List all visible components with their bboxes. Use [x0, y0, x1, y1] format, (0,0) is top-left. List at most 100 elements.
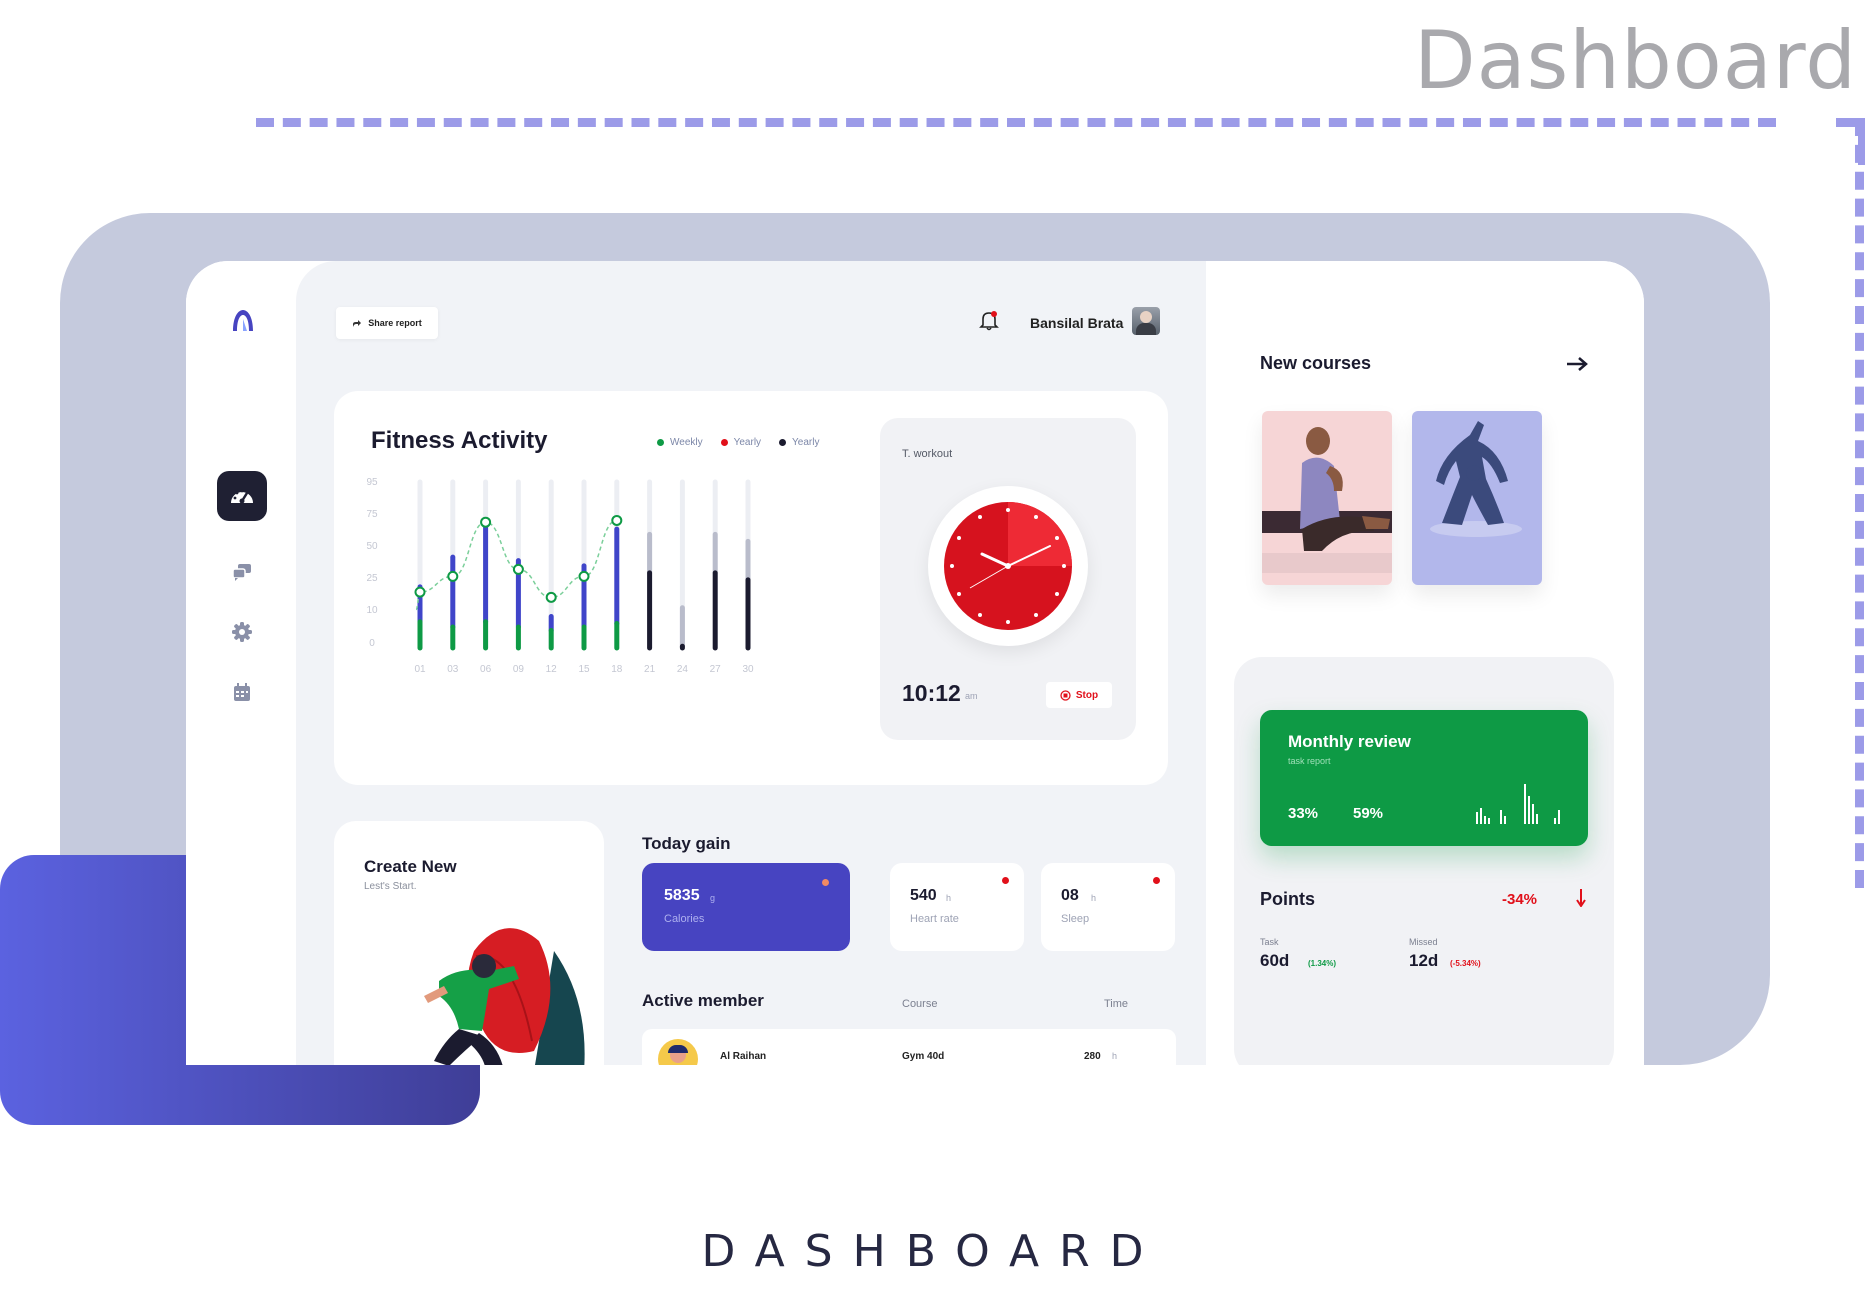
task-value: 60d — [1260, 951, 1290, 970]
course-image-stretch — [1262, 427, 1392, 573]
legend-label: Yearly — [792, 437, 820, 448]
fitness-chart: 95 75 50 25 10 0 01 03 06 09 12 15 18 21 24 27 30 — [366, 477, 754, 675]
trend-marker — [578, 570, 590, 582]
workout-ampm: am — [965, 691, 978, 701]
share-icon — [353, 319, 362, 327]
gear-icon — [232, 622, 252, 642]
status-dot — [1002, 877, 1009, 884]
course-card[interactable] — [1262, 411, 1392, 585]
avatar[interactable] — [1132, 307, 1160, 335]
legend-label: Weekly — [670, 437, 703, 448]
x-tick-label: 12 — [546, 664, 558, 675]
clock-icon — [944, 502, 1072, 630]
task-label: Task — [1260, 937, 1279, 947]
column-course: Course — [902, 998, 938, 1010]
x-tick-label: 24 — [677, 664, 689, 675]
create-new-subtitle: Lest's Start. — [364, 881, 417, 892]
task-change: (1.34%) — [1308, 959, 1337, 968]
app-logo-icon[interactable] — [230, 307, 256, 335]
today-gain-title: Today gain — [642, 834, 731, 853]
workout-time: 10:12 — [902, 680, 961, 706]
heart-rate-card[interactable]: 540 h Heart rate — [890, 863, 1024, 951]
calendar-icon — [234, 683, 250, 701]
trend-marker — [480, 516, 492, 528]
calories-label: Calories — [664, 913, 705, 925]
fitness-title: Fitness Activity — [371, 427, 548, 454]
table-row[interactable]: Al Raihan Gym 40d 280 h — [642, 1029, 1176, 1065]
member-name: Al Raihan — [720, 1051, 767, 1062]
right-panel: New courses Monthly review task report 3… — [1206, 261, 1644, 1065]
x-tick-label: 09 — [513, 664, 525, 675]
sidebar-item-settings[interactable] — [217, 607, 267, 657]
status-dot — [822, 879, 829, 886]
member-time-unit: h — [1112, 1051, 1118, 1061]
trend-marker — [447, 570, 459, 582]
x-tick-label: 01 — [414, 664, 426, 675]
chat-icon — [232, 564, 251, 581]
legend-item[interactable]: Yearly — [779, 437, 819, 448]
stop-button[interactable]: Stop — [1046, 682, 1112, 708]
arrow-right-icon[interactable] — [1566, 357, 1588, 371]
x-tick-label: 03 — [447, 664, 459, 675]
app-window: Share report Bansilal Brata Fitness Acti… — [186, 261, 1644, 1065]
page-heading: Dashboard — [1413, 14, 1857, 107]
sidebar-item-messages[interactable] — [217, 547, 267, 597]
course-card[interactable] — [1412, 411, 1542, 585]
fitness-activity-card: Fitness Activity Weekly Yearly Yearly 95… — [334, 391, 1168, 785]
calories-card[interactable]: 5835 g Calories — [642, 863, 850, 951]
points-title: Points — [1260, 889, 1316, 909]
review-stat-2: 59% — [1353, 805, 1384, 822]
dashed-line-horizontal — [256, 118, 1776, 127]
stats-panel: Monthly review task report 33% 59% Point… — [1234, 657, 1614, 1065]
avatar — [658, 1039, 698, 1065]
sleep-card[interactable]: 08 h Sleep — [1041, 863, 1175, 951]
new-courses-title: New courses — [1260, 353, 1372, 373]
heart-rate-unit: h — [946, 893, 952, 903]
missed-label: Missed — [1409, 937, 1438, 947]
trend-marker — [512, 563, 524, 575]
sidebar — [186, 261, 296, 1065]
mini-bar-chart — [1476, 784, 1560, 824]
column-time: Time — [1104, 998, 1129, 1010]
member-time: 280 — [1084, 1051, 1101, 1062]
x-tick-label: 18 — [611, 664, 623, 675]
calories-unit: g — [710, 893, 716, 903]
workout-label: T. workout — [902, 448, 953, 460]
points-change: -34% — [1502, 891, 1538, 908]
create-new-card[interactable]: Create New Lest's Start. — [334, 821, 604, 1065]
legend-item[interactable]: Yearly — [720, 437, 762, 448]
monthly-review-subtitle: task report — [1288, 756, 1331, 766]
legend-item[interactable]: Weekly — [657, 437, 703, 448]
x-tick-label: 06 — [480, 664, 492, 675]
legend-swatch — [720, 439, 728, 446]
sleep-label: Sleep — [1061, 913, 1090, 925]
arrow-down-icon — [1576, 889, 1586, 907]
review-stat-1: 33% — [1288, 805, 1319, 822]
legend-swatch — [657, 439, 664, 446]
legend-label: Yearly — [733, 437, 762, 448]
user-name[interactable]: Bansilal Brata — [1030, 315, 1123, 331]
sidebar-item-calendar[interactable] — [217, 667, 267, 717]
monthly-review-card[interactable]: Monthly review task report 33% 59% — [1260, 710, 1588, 846]
footer-label: DASHBOARD — [701, 1226, 1164, 1277]
active-member-title: Active member — [642, 991, 764, 1010]
sidebar-item-dashboard[interactable] — [217, 471, 267, 521]
dashed-line-vertical — [1855, 118, 1864, 888]
y-tick-label: 10 — [366, 605, 378, 616]
status-dot — [1153, 877, 1160, 884]
create-new-title: Create New — [364, 857, 457, 876]
trend-marker — [545, 591, 557, 603]
y-tick-label: 95 — [366, 477, 378, 488]
stop-icon — [1060, 689, 1071, 701]
x-tick-label: 30 — [742, 664, 754, 675]
y-tick-label: 50 — [366, 541, 378, 552]
missed-value: 12d — [1409, 951, 1439, 970]
bell-icon[interactable] — [978, 309, 1000, 331]
member-course: Gym 40d — [902, 1051, 945, 1062]
calories-value: 5835 — [664, 887, 700, 904]
chart-legend: Weekly Yearly Yearly — [657, 437, 819, 448]
stop-label: Stop — [1075, 689, 1099, 701]
share-report-button[interactable]: Share report — [336, 307, 438, 339]
runner-illustration — [424, 928, 585, 1065]
speedometer-icon — [231, 489, 253, 504]
